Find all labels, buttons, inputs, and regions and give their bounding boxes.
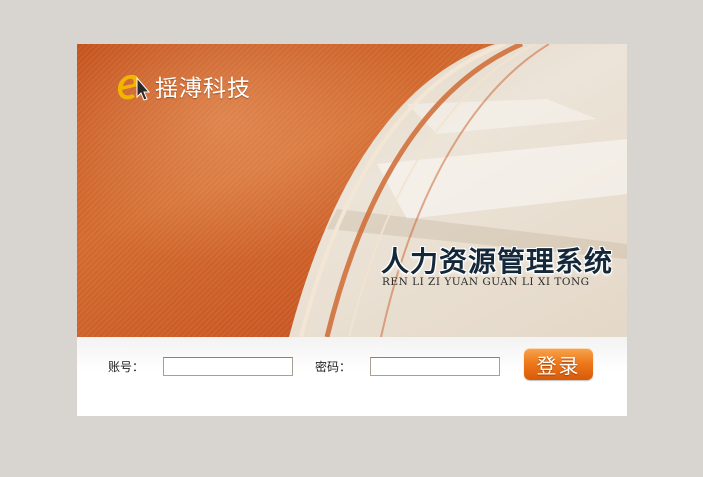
system-title: 人力资源管理系统 xyxy=(381,245,614,278)
company-name: 揺溥科技 xyxy=(155,76,251,102)
e-cursor-logo-icon xyxy=(111,64,157,108)
account-input[interactable] xyxy=(163,357,293,376)
login-panel: 揺溥科技 人力资源管理系统 REN LI ZI YUAN GUAN LI XI … xyxy=(77,44,627,416)
login-button[interactable]: 登录 xyxy=(524,348,593,380)
login-form: 账号： 密码： 登录 xyxy=(77,337,627,416)
password-label: 密码： xyxy=(315,360,352,374)
account-label: 账号： xyxy=(108,360,145,374)
company-logo: 揺溥科技 xyxy=(111,66,251,106)
banner: 揺溥科技 人力资源管理系统 REN LI ZI YUAN GUAN LI XI … xyxy=(77,44,627,337)
system-subtitle: REN LI ZI YUAN GUAN LI XI TONG xyxy=(382,276,590,288)
password-input[interactable] xyxy=(370,357,500,376)
